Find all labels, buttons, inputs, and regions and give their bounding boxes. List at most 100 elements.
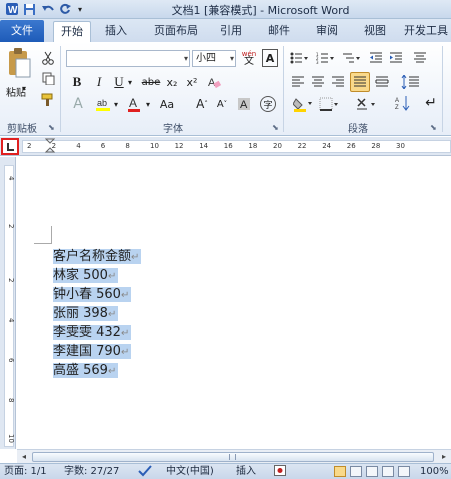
document-page[interactable]: 客户名称金额↵ 林家 500↵ 钟小春 560↵ 张丽 398↵ 李雯雯 432↵ 李建国… (17, 157, 451, 449)
increase-indent-icon[interactable] (388, 50, 404, 66)
svg-text:Z: Z (395, 105, 399, 111)
proofing-icon[interactable] (138, 465, 152, 479)
line-spacing-icon[interactable] (400, 74, 422, 90)
scroll-left-icon[interactable]: ◂ (18, 451, 30, 463)
sort-icon[interactable]: AZ (394, 94, 412, 112)
ruler-mark: 8 (7, 398, 15, 403)
paragraph-launcher-icon[interactable]: ⬊ (430, 123, 437, 132)
tab-file[interactable]: 文件 (0, 20, 44, 42)
grow-font-button[interactable]: A ˄ (194, 96, 210, 112)
document-paragraph[interactable]: 高盛 569↵ (53, 361, 119, 380)
tab-developer[interactable]: 开发工具 (401, 21, 451, 42)
svg-text:A: A (129, 96, 137, 110)
text-effects-icon[interactable]: A (70, 96, 86, 112)
status-insert-mode[interactable]: 插入 (236, 465, 256, 479)
print-layout-view-icon[interactable] (334, 466, 346, 477)
document-paragraph[interactable]: 客户名称金额↵ (53, 247, 142, 266)
bullets-icon[interactable] (288, 50, 310, 66)
justify-icon[interactable] (350, 72, 370, 92)
font-launcher-icon[interactable]: ⬊ (272, 123, 279, 132)
document-paragraph[interactable]: 张丽 398↵ (53, 304, 119, 323)
tab-references[interactable]: 引用 (214, 21, 248, 42)
document-paragraph[interactable]: 李雯雯 432↵ (53, 323, 132, 342)
change-case-button[interactable]: Aa (156, 96, 178, 112)
underline-button[interactable]: U (112, 74, 126, 90)
tab-view[interactable]: 视图 (358, 21, 392, 42)
document-paragraph[interactable]: 林家 500↵ (53, 266, 119, 285)
full-screen-reading-view-icon[interactable] (350, 466, 362, 477)
font-color-dropdown-icon[interactable]: ▾ (144, 98, 152, 110)
thumb-grip-icon (229, 454, 236, 460)
align-right-icon[interactable] (330, 74, 346, 90)
enclose-characters-button[interactable]: 字 (260, 96, 276, 112)
borders-icon[interactable] (318, 96, 340, 112)
numbering-icon[interactable]: 123 (314, 50, 336, 66)
tab-selector-button[interactable] (1, 138, 19, 155)
align-center-icon[interactable] (310, 74, 326, 90)
vertical-ruler[interactable]: 4 2 2 4 6 8 10 (0, 157, 16, 449)
bold-button[interactable]: B (70, 74, 84, 90)
title-bar: W ▾ 文档1 [兼容模式] - Microsoft Word (0, 0, 451, 19)
ruler-mark: 4 (7, 318, 15, 323)
asian-layout-icon[interactable] (356, 96, 378, 112)
highlight-color-icon[interactable]: ab (94, 96, 112, 112)
copy-icon[interactable] (40, 70, 56, 86)
underline-dropdown-icon[interactable]: ▾ (126, 76, 134, 88)
multilevel-list-icon[interactable] (340, 50, 362, 66)
paragraph-mark-icon: ↵ (131, 252, 140, 263)
scroll-right-icon[interactable]: ▸ (438, 451, 450, 463)
macro-record-icon[interactable] (274, 465, 286, 479)
character-shading-icon[interactable]: A (236, 96, 252, 112)
status-zoom[interactable]: 100% (420, 465, 449, 479)
tab-mailings[interactable]: 邮件 (262, 21, 296, 42)
cut-icon[interactable] (40, 50, 56, 66)
paste-dropdown-icon[interactable]: ▾ (22, 84, 26, 93)
highlight-dropdown-icon[interactable]: ▾ (112, 98, 120, 110)
clipboard-launcher-icon[interactable]: ⬊ (48, 123, 55, 132)
window-title: 文档1 [兼容模式] - Microsoft Word (171, 4, 350, 17)
ruler-mark: 18 (248, 142, 258, 150)
ruler-bar: 2 2 4 6 8 10 12 14 16 18 20 22 24 26 28 30 (0, 137, 451, 156)
outline-view-icon[interactable] (382, 466, 394, 477)
phonetic-guide-button[interactable]: wén 文 (240, 49, 258, 67)
paste-button[interactable] (4, 46, 34, 82)
web-layout-view-icon[interactable] (366, 466, 378, 477)
scrollbar-thumb[interactable] (32, 452, 434, 462)
align-left-icon[interactable] (290, 74, 306, 90)
superscript-button[interactable]: x² (184, 74, 200, 90)
decrease-indent-icon[interactable] (368, 50, 384, 66)
subscript-button[interactable]: x₂ (164, 74, 180, 90)
italic-button[interactable]: I (92, 74, 106, 90)
font-color-icon[interactable]: A (126, 96, 142, 112)
font-size-dropdown[interactable]: 小四 ▾ (192, 50, 236, 67)
draft-view-icon[interactable] (398, 466, 410, 477)
svg-text:A: A (395, 98, 399, 104)
status-word-count[interactable]: 字数: 27/27 (64, 465, 119, 479)
document-paragraph[interactable]: 李建国 790↵ (53, 342, 132, 361)
clear-formatting-icon[interactable]: A (206, 74, 222, 90)
indent-marker-icon[interactable] (45, 138, 55, 154)
format-painter-icon[interactable] (40, 92, 56, 108)
tab-home[interactable]: 开始 (53, 21, 91, 43)
shrink-font-button[interactable]: A ˅ (214, 96, 230, 112)
tab-insert[interactable]: 插入 (98, 21, 134, 42)
distributed-icon[interactable] (374, 74, 390, 90)
font-group-label: 字体 (163, 124, 183, 135)
show-paragraph-marks-icon[interactable]: ↵ (422, 94, 440, 112)
strikethrough-button[interactable]: abe (140, 74, 162, 90)
status-language[interactable]: 中文(中国) (166, 465, 214, 479)
chinese-layout-icon[interactable] (412, 50, 428, 66)
tab-page-layout[interactable]: 页面布局 (146, 21, 206, 42)
status-page[interactable]: 页面: 1/1 (4, 465, 47, 479)
ribbon-tabs: 文件 开始 插入 页面布局 引用 邮件 审阅 视图 开发工具 (0, 19, 451, 43)
selected-text: 李雯雯 432↵ (53, 325, 132, 340)
tab-review[interactable]: 审阅 (310, 21, 344, 42)
character-border-button[interactable]: A (262, 49, 278, 67)
horizontal-ruler[interactable]: 2 2 4 6 8 10 12 14 16 18 20 22 24 26 28 30 (22, 138, 451, 154)
document-paragraph[interactable]: 钟小春 560↵ (53, 285, 132, 304)
paragraph-mark-icon: ↵ (107, 309, 117, 320)
shading-icon[interactable] (292, 96, 314, 112)
horizontal-scrollbar[interactable]: ◂ ▸ (17, 449, 451, 463)
font-name-dropdown[interactable]: ▾ (66, 50, 190, 67)
paragraph-mark-icon: ↵ (120, 328, 130, 339)
